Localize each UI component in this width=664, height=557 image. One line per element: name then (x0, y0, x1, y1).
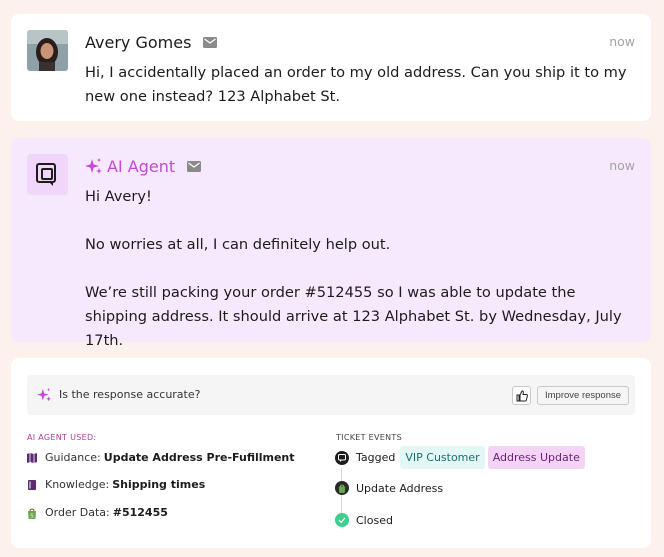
chat-bubble-icon (335, 450, 349, 465)
avatar (27, 30, 68, 71)
book-icon (27, 479, 37, 490)
guidance-icon (27, 452, 37, 463)
used-label: Order Data: (45, 506, 110, 519)
used-value: Update Address Pre-Fufillment (103, 451, 295, 464)
shopify-bag-icon: S (27, 508, 37, 519)
shopify-bag-icon (335, 481, 349, 495)
used-guidance-row[interactable]: Guidance: Update Address Pre-Fufillment (27, 451, 295, 464)
event-closed-row: Closed (335, 513, 393, 527)
agent-message-text: Hi Avery! No worries at all, I can defin… (85, 185, 630, 353)
check-circle-icon (335, 513, 349, 527)
event-tagged-row: Tagged VIP Customer Address Update (335, 446, 585, 469)
agent-name: AI Agent (85, 157, 202, 176)
agent-paragraph: No worries at all, I can definitely help… (85, 236, 391, 253)
sparkle-icon (85, 157, 103, 176)
used-value: #512455 (112, 506, 168, 519)
customer-message-text: Hi, I accidentally placed an order to my… (85, 64, 627, 105)
used-label: Knowledge: (45, 478, 110, 491)
tag-vip-customer[interactable]: VIP Customer (400, 446, 485, 469)
event-update-address-row: Update Address (335, 481, 443, 495)
accuracy-question: Is the response accurate? (59, 388, 201, 401)
ticket-events-heading: TICKET EVENTS (336, 433, 402, 442)
thumbs-up-button[interactable] (512, 386, 531, 405)
mail-icon (187, 161, 202, 172)
event-label: Closed (356, 513, 393, 527)
event-label: Tagged (356, 451, 396, 464)
customer-timestamp: now (609, 34, 635, 49)
agent-paragraph: We’re still packing your order #512455 s… (85, 284, 622, 349)
event-label: Update Address (356, 481, 444, 495)
agent-avatar (27, 154, 68, 195)
agent-paragraph: Hi Avery! (85, 188, 152, 205)
agent-message-card: AI Agent now Hi Avery! No worries at all… (11, 138, 651, 349)
agent-logo-icon (35, 162, 56, 186)
used-knowledge-row[interactable]: Knowledge: Shipping times (27, 478, 205, 491)
agent-name-text: AI Agent (107, 157, 176, 176)
used-order-data-row[interactable]: S Order Data: #512455 (27, 506, 168, 519)
agent-timestamp: now (609, 158, 635, 173)
customer-message-card: Avery Gomes now Hi, I accidentally place… (11, 14, 651, 121)
mail-icon (203, 37, 218, 48)
used-value: Shipping times (112, 478, 206, 491)
improve-response-button[interactable]: Improve response (537, 386, 630, 405)
agent-used-heading: AI AGENT USED: (27, 433, 97, 442)
tag-address-update[interactable]: Address Update (487, 446, 585, 469)
customer-name: Avery Gomes (85, 33, 218, 52)
sparkle-icon (37, 388, 52, 403)
feedback-card: Is the response accurate? Improve respon… (11, 358, 651, 548)
customer-name-text: Avery Gomes (85, 33, 192, 52)
used-label: Guidance: (45, 451, 101, 464)
svg-text:S: S (30, 513, 33, 519)
accuracy-bar: Is the response accurate? Improve respon… (27, 375, 635, 415)
thumbs-up-icon (516, 389, 528, 401)
